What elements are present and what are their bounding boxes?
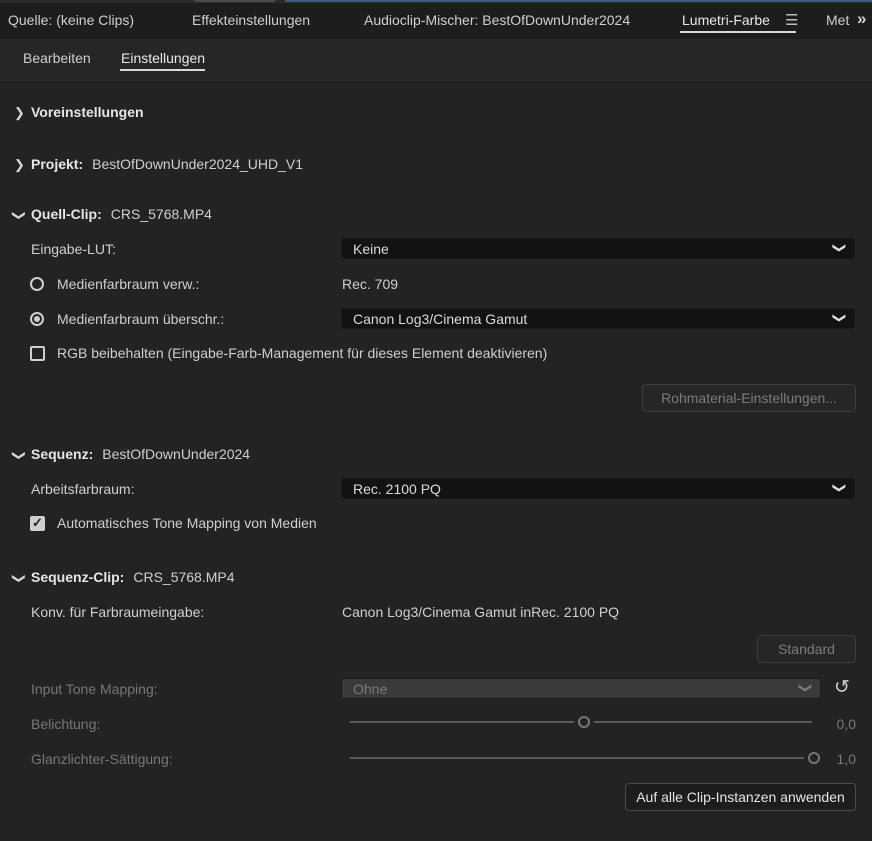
input-tone-mapping-value: Ohne <box>353 681 388 697</box>
auto-tone-mapping-label: Automatisches Tone Mapping von Medien <box>57 515 317 531</box>
subtab-edit[interactable]: Bearbeiten <box>23 50 91 66</box>
conversion-label: Konv. für Farbraumeingabe: <box>31 604 205 620</box>
media-colorspace-use-value: Rec. 709 <box>342 276 399 292</box>
highlight-saturation-label: Glanzlichter-Sättigung: <box>31 751 173 767</box>
chevron-down-icon: ❯ <box>12 210 27 221</box>
exposure-label: Belichtung: <box>31 716 101 732</box>
raw-settings-button[interactable]: Rohmaterial-Einstellungen... <box>642 384 856 412</box>
section-sequence-clip-label: Sequenz-Clip: <box>31 569 125 585</box>
apply-to-all-instances-button[interactable]: Auf alle Clip-Instanzen anwenden <box>625 783 856 811</box>
auto-tone-mapping-checkbox[interactable] <box>30 515 45 531</box>
media-colorspace-override-label: Medienfarbraum überschr.: <box>57 311 225 327</box>
section-project-label: Projekt: <box>31 156 84 172</box>
active-tab-underline <box>680 31 796 33</box>
working-colorspace-select[interactable]: Rec. 2100 PQ ❯ <box>341 478 855 499</box>
chevron-right-icon: ❯ <box>14 157 25 172</box>
chevron-down-icon: ❯ <box>832 482 848 494</box>
chevron-down-icon: ❯ <box>832 242 848 254</box>
chevron-right-icon: ❯ <box>14 105 25 120</box>
panel-focus-indicator <box>285 0 872 2</box>
preserve-rgb-checkbox[interactable] <box>30 346 45 361</box>
sequence-name: BestOfDownUnder2024 <box>102 446 251 462</box>
tab-lumetri-color[interactable]: Lumetri-Farbe <box>682 12 770 28</box>
reset-icon[interactable]: ↺ <box>834 676 850 699</box>
sequence-clip-name: CRS_5768.MP4 <box>133 569 235 585</box>
panel-top-edge-segment <box>195 0 275 2</box>
chevron-down-icon: ❯ <box>798 682 814 694</box>
standard-button[interactable]: Standard <box>757 635 856 663</box>
highlight-saturation-value[interactable]: 1,0 <box>826 751 856 767</box>
section-project[interactable]: ❯ Projekt: BestOfDownUnder2024_UHD_V1 <box>14 156 303 173</box>
section-presets[interactable]: ❯ Voreinstellungen <box>14 104 144 121</box>
conversion-value: Canon Log3/Cinema Gamut inRec. 2100 PQ <box>342 604 620 620</box>
tab-metadata[interactable]: Met <box>826 12 849 28</box>
active-subtab-underline <box>120 69 205 71</box>
media-colorspace-override-value: Canon Log3/Cinema Gamut <box>353 311 528 327</box>
highlight-saturation-slider-handle[interactable] <box>808 752 820 764</box>
section-source-clip[interactable]: ❯ Quell-Clip: CRS_5768.MP4 <box>12 206 212 223</box>
subtab-bar: Bearbeiten Einstellungen <box>0 39 872 83</box>
working-colorspace-value: Rec. 2100 PQ <box>353 481 441 497</box>
highlight-saturation-slider-track[interactable] <box>350 757 804 759</box>
panel-tab-bar: Quelle: (keine Clips) Effekteinstellunge… <box>0 3 872 39</box>
media-colorspace-override-radio[interactable] <box>30 312 44 326</box>
chevron-down-icon: ❯ <box>12 450 27 461</box>
input-tone-mapping-label: Input Tone Mapping: <box>31 681 158 697</box>
section-presets-label: Voreinstellungen <box>31 104 144 120</box>
exposure-value[interactable]: 0,0 <box>826 716 856 732</box>
tab-audio-clip-mixer[interactable]: Audioclip-Mischer: BestOfDownUnder2024 <box>364 12 630 28</box>
media-colorspace-override-select[interactable]: Canon Log3/Cinema Gamut ❯ <box>341 308 855 329</box>
tab-effect-controls[interactable]: Effekteinstellungen <box>192 12 310 28</box>
preserve-rgb-label: RGB beibehalten (Eingabe-Farb-Management… <box>57 345 548 361</box>
exposure-slider-track-right[interactable] <box>594 721 812 723</box>
double-chevron-right-icon[interactable]: » <box>857 9 866 29</box>
hamburger-menu-icon[interactable]: ☰ <box>785 11 798 29</box>
media-colorspace-use-label: Medienfarbraum verw.: <box>57 276 200 292</box>
input-tone-mapping-select[interactable]: Ohne ❯ <box>341 678 821 699</box>
tab-source[interactable]: Quelle: (keine Clips) <box>8 12 134 28</box>
input-lut-select[interactable]: Keine ❯ <box>341 238 855 259</box>
exposure-slider-track-left[interactable] <box>350 721 574 723</box>
subtab-settings[interactable]: Einstellungen <box>121 50 205 66</box>
working-colorspace-label: Arbeitsfarbraum: <box>31 481 135 497</box>
chevron-down-icon: ❯ <box>12 573 27 584</box>
media-colorspace-use-radio[interactable] <box>30 277 44 291</box>
exposure-slider-handle[interactable] <box>578 716 590 728</box>
section-sequence-label: Sequenz: <box>31 446 94 462</box>
chevron-down-icon: ❯ <box>832 312 848 324</box>
project-name: BestOfDownUnder2024_UHD_V1 <box>92 156 304 172</box>
section-sequence-clip[interactable]: ❯ Sequenz-Clip: CRS_5768.MP4 <box>12 569 235 586</box>
section-sequence[interactable]: ❯ Sequenz: BestOfDownUnder2024 <box>12 446 251 463</box>
input-lut-label: Eingabe-LUT: <box>31 241 116 257</box>
input-lut-value: Keine <box>353 241 389 257</box>
source-clip-name: CRS_5768.MP4 <box>110 206 212 222</box>
section-source-clip-label: Quell-Clip: <box>31 206 102 222</box>
